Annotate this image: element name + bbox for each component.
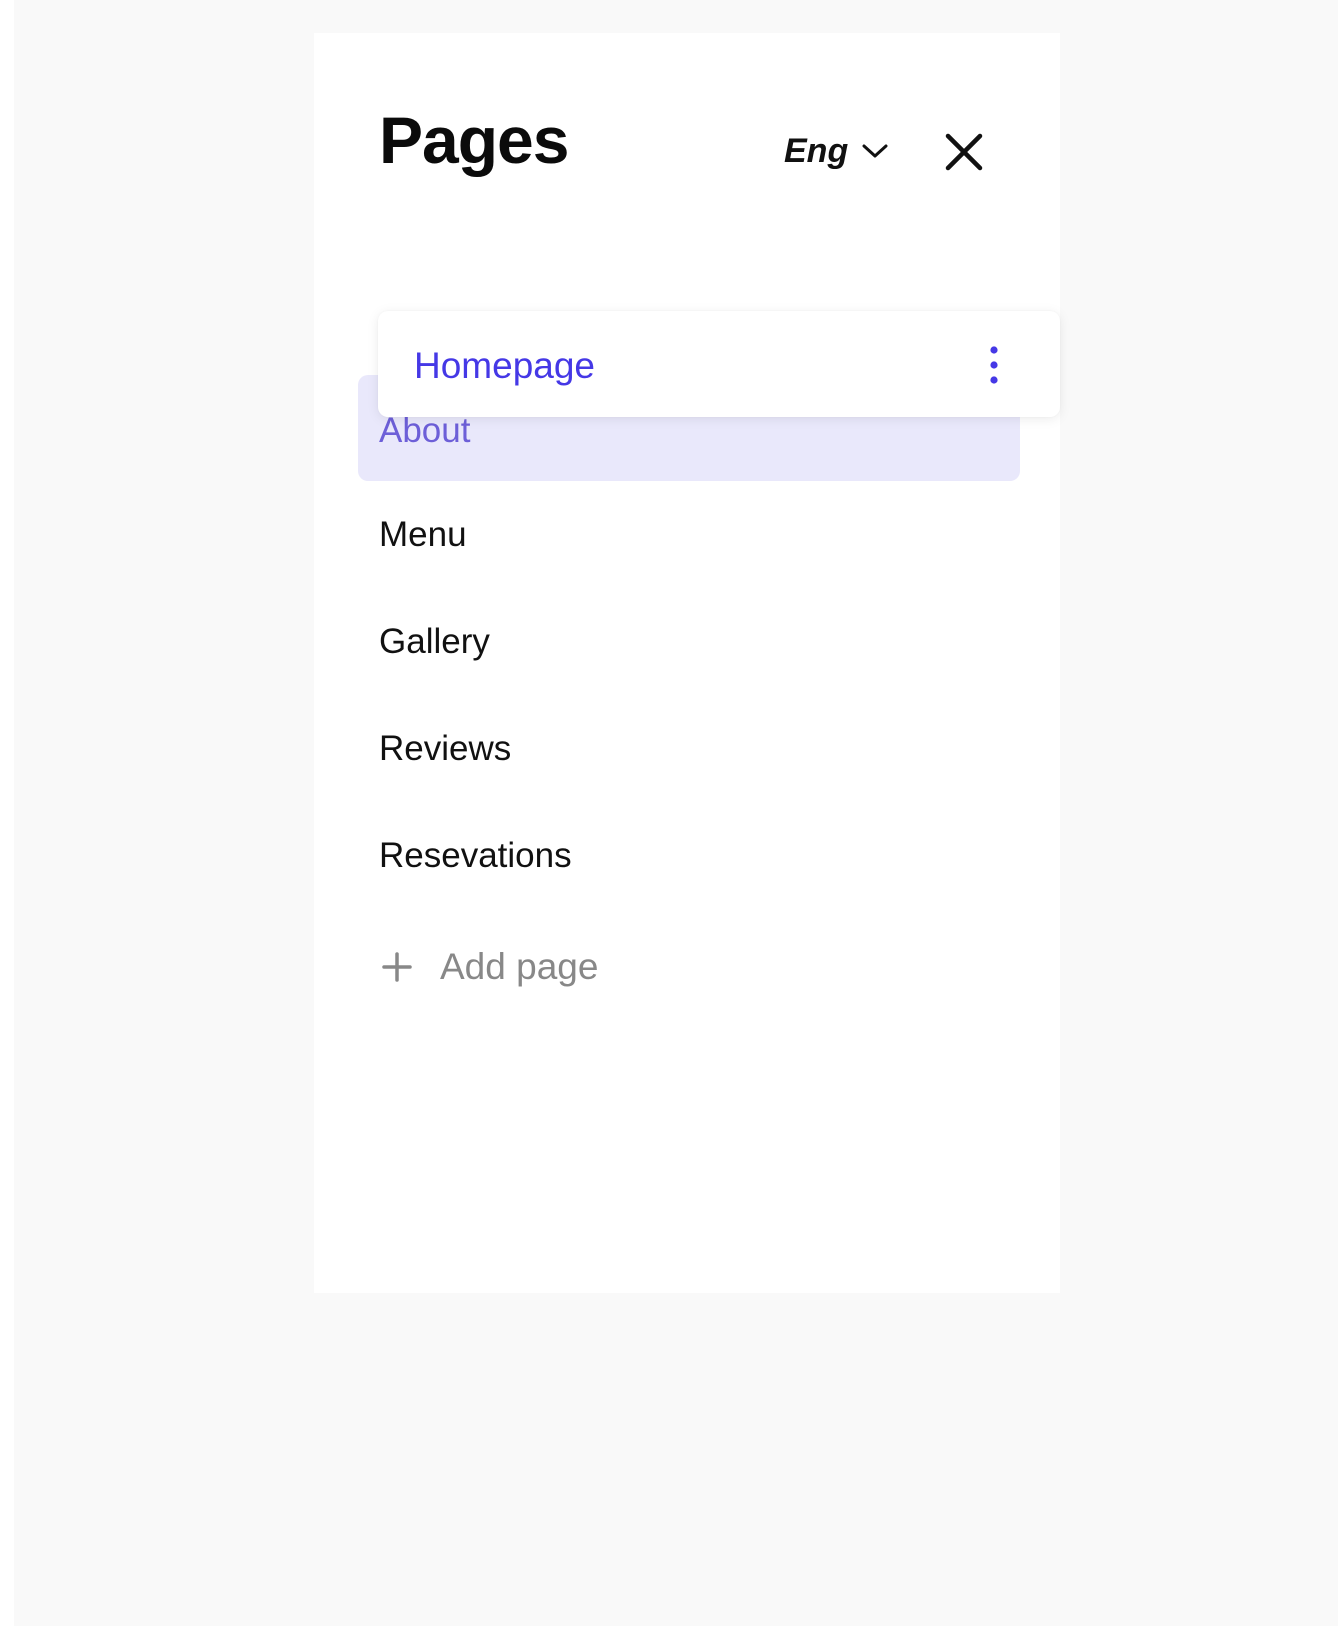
page-item-homepage-label: Homepage [414,345,596,386]
add-page-label: Add page [440,946,599,987]
add-page-button[interactable]: Add page [382,948,598,985]
page-item-menu[interactable]: Menu [379,517,467,552]
panel-title: Pages [379,103,569,177]
page-item-about[interactable]: About [379,413,470,448]
page-item-gallery[interactable]: Gallery [379,624,490,659]
language-selector[interactable]: Eng [784,129,888,173]
pages-panel: Pages Eng About Menu Gallery Reviews Res… [314,33,1060,1293]
page-item-homepage-dragging[interactable]: Homepage [378,311,1060,417]
more-vertical-icon[interactable] [986,345,1002,385]
close-icon[interactable] [944,132,984,172]
page-item-reviews[interactable]: Reviews [379,731,511,766]
plus-icon [382,951,412,982]
chevron-down-icon [862,144,888,158]
page-item-resevations[interactable]: Resevations [379,838,572,873]
language-label: Eng [784,131,849,170]
